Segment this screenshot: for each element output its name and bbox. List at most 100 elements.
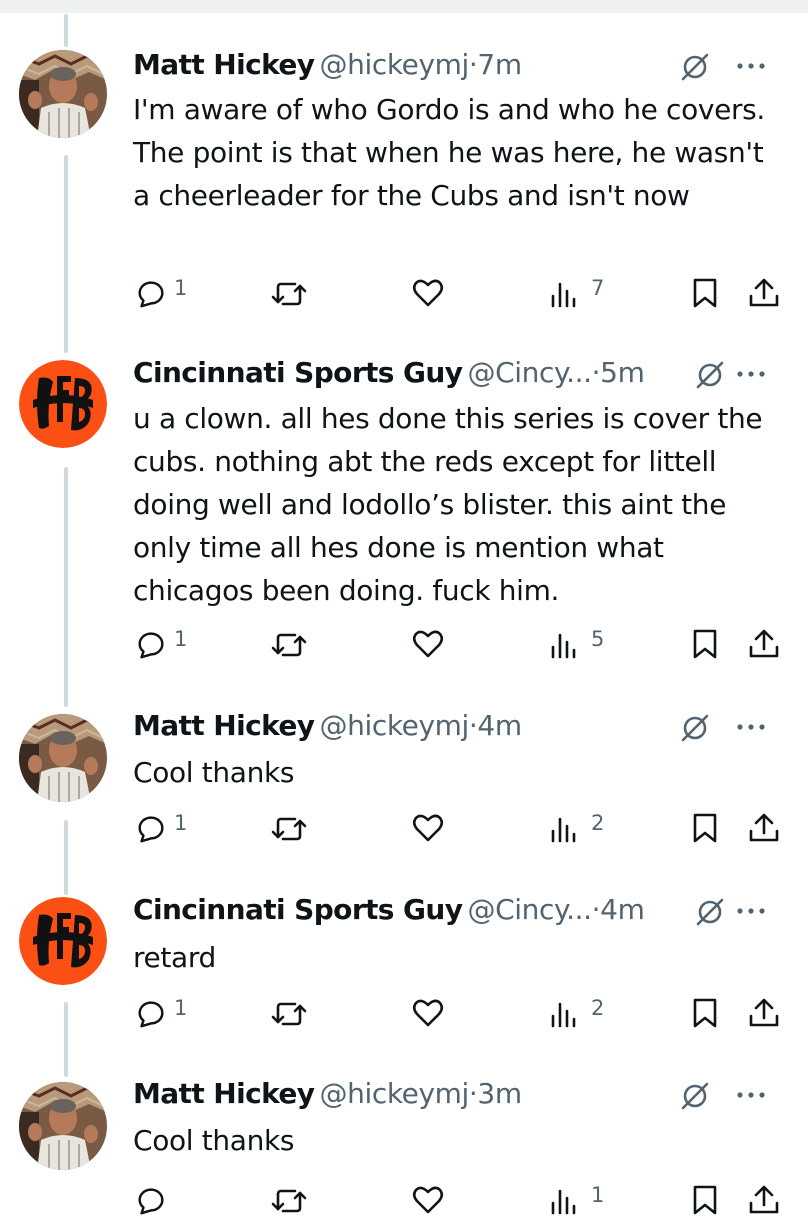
display-name[interactable]: Matt Hickey — [133, 1077, 315, 1110]
tweet[interactable]: Cincinnati Sports Guy @Cincy...·4m retar… — [0, 893, 808, 1073]
share-button[interactable] — [748, 992, 782, 1032]
more-icon[interactable] — [736, 1091, 766, 1099]
user-handle[interactable]: @hickeymj — [320, 48, 470, 81]
more-icon[interactable] — [736, 907, 766, 915]
bookmark-icon — [693, 998, 717, 1028]
repost-icon — [271, 633, 307, 657]
like-button[interactable] — [412, 1179, 448, 1219]
timestamp[interactable]: 4m — [477, 709, 522, 742]
repost-icon — [271, 817, 307, 841]
bookmark-button[interactable] — [689, 807, 723, 847]
like-button[interactable] — [412, 992, 448, 1032]
user-handle[interactable]: @hickeymj — [320, 1077, 470, 1110]
timestamp[interactable]: 3m — [477, 1077, 522, 1110]
avatar[interactable] — [19, 1082, 107, 1170]
like-icon — [412, 1186, 444, 1214]
avatar[interactable] — [19, 714, 107, 802]
views-button[interactable]: 5 — [549, 623, 609, 663]
share-icon — [749, 629, 779, 658]
user-photo-icon — [19, 1082, 107, 1170]
separator-dot: · — [591, 893, 601, 926]
display-name[interactable]: Cincinnati Sports Guy — [133, 893, 463, 926]
tweet-header: Matt Hickey @hickeymj·4m — [133, 709, 790, 749]
reply-button[interactable]: 1 — [134, 807, 194, 847]
share-button[interactable] — [748, 623, 782, 663]
like-icon — [412, 814, 444, 842]
share-button[interactable] — [748, 272, 782, 312]
action-bar: 1 2 — [0, 992, 808, 1032]
grok-icon[interactable] — [695, 360, 725, 390]
grok-icon[interactable] — [695, 897, 725, 927]
avatar[interactable] — [19, 50, 107, 138]
reply-count: 1 — [174, 996, 188, 1020]
like-button[interactable] — [412, 272, 448, 312]
repost-button[interactable] — [271, 1179, 311, 1219]
display-name[interactable]: Matt Hickey — [133, 48, 315, 81]
bengals-logo-icon — [19, 897, 107, 985]
timestamp[interactable]: 7m — [477, 48, 522, 81]
bookmark-button[interactable] — [689, 272, 723, 312]
bookmark-button[interactable] — [689, 623, 723, 663]
share-icon — [749, 278, 779, 307]
bengals-logo-icon — [19, 360, 107, 448]
avatar[interactable] — [19, 360, 107, 448]
views-button[interactable]: 1 — [549, 1179, 609, 1219]
grok-icon[interactable] — [680, 52, 710, 82]
user-handle[interactable]: @Cincy... — [467, 893, 592, 926]
tweet[interactable]: Matt Hickey @hickeymj·7m I'm aware of wh… — [0, 48, 808, 348]
more-icon[interactable] — [736, 370, 766, 378]
repost-button[interactable] — [271, 272, 311, 312]
tweet[interactable]: Matt Hickey @hickeymj·3m Cool thanks 1 — [0, 1077, 808, 1215]
timestamp[interactable]: 5m — [600, 356, 645, 389]
reply-button[interactable] — [134, 1179, 194, 1219]
like-button[interactable] — [412, 623, 448, 663]
tweet-text: Cool thanks — [133, 1124, 295, 1157]
bookmark-icon — [693, 278, 717, 308]
like-button[interactable] — [412, 807, 448, 847]
user-photo-icon — [19, 714, 107, 802]
action-bar: 1 — [0, 1179, 808, 1219]
display-name[interactable]: Cincinnati Sports Guy — [133, 356, 463, 389]
grok-icon[interactable] — [680, 1081, 710, 1111]
share-button[interactable] — [748, 807, 782, 847]
bookmark-button[interactable] — [689, 1179, 723, 1219]
reply-button[interactable]: 1 — [134, 992, 194, 1032]
views-button[interactable]: 2 — [549, 807, 609, 847]
share-button[interactable] — [748, 1179, 782, 1219]
repost-button[interactable] — [271, 807, 311, 847]
tweet-text: retard — [133, 941, 216, 974]
action-bar: 1 2 — [0, 807, 808, 847]
share-icon — [749, 998, 779, 1027]
bookmark-button[interactable] — [689, 992, 723, 1032]
user-photo-icon — [19, 50, 107, 138]
display-name[interactable]: Matt Hickey — [133, 709, 315, 742]
repost-icon — [271, 1002, 307, 1026]
reply-icon — [138, 632, 164, 659]
tweet-header: Cincinnati Sports Guy @Cincy...·5m — [133, 356, 790, 396]
more-icon[interactable] — [736, 723, 766, 731]
views-button[interactable]: 7 — [549, 272, 609, 312]
repost-button[interactable] — [271, 623, 311, 663]
reply-button[interactable]: 1 — [134, 623, 194, 663]
grok-icon[interactable] — [680, 713, 710, 743]
repost-button[interactable] — [271, 992, 311, 1032]
bookmark-icon — [693, 1185, 717, 1215]
share-icon — [749, 1185, 779, 1214]
more-icon[interactable] — [736, 62, 766, 70]
avatar[interactable] — [19, 897, 107, 985]
views-count: 5 — [591, 627, 605, 651]
views-button[interactable]: 2 — [549, 992, 609, 1032]
timestamp[interactable]: 4m — [600, 893, 645, 926]
reply-icon — [138, 281, 164, 308]
reply-icon — [138, 1188, 164, 1215]
repost-icon — [271, 282, 307, 306]
tweet[interactable]: Cincinnati Sports Guy @Cincy...·5m u a c… — [0, 356, 808, 701]
views-icon — [551, 1189, 576, 1215]
reply-button[interactable]: 1 — [134, 272, 194, 312]
reply-icon — [138, 1001, 164, 1028]
user-handle[interactable]: @Cincy... — [467, 356, 592, 389]
share-icon — [749, 813, 779, 842]
tweet[interactable]: Matt Hickey @hickeymj·4m Cool thanks 1 2 — [0, 709, 808, 889]
user-handle[interactable]: @hickeymj — [320, 709, 470, 742]
like-icon — [412, 630, 444, 658]
